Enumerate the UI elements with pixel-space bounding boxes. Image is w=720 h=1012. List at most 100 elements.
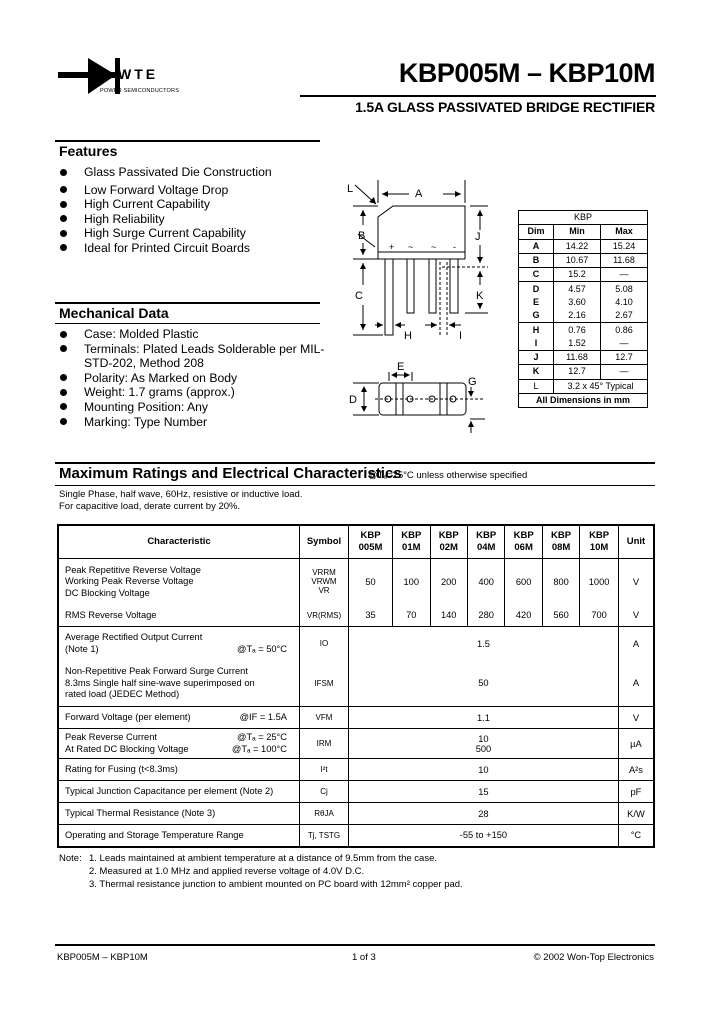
dim-max: 15.24 bbox=[599, 238, 649, 254]
symbol-cell: Tj, TSTG bbox=[299, 824, 349, 847]
characteristic-cell: Typical Thermal Resistance (Note 3) bbox=[57, 802, 300, 825]
value-cell: 70 bbox=[392, 604, 431, 627]
symbol-cell: IO bbox=[299, 626, 349, 661]
pin-mark-minus: - bbox=[453, 242, 456, 252]
col-symbol: Symbol bbox=[299, 525, 349, 559]
bullet-icon bbox=[60, 229, 67, 237]
dim-min: 4.57 bbox=[553, 281, 601, 296]
test-condition: @Tₐ = 25°C bbox=[237, 732, 287, 742]
bullet-icon bbox=[60, 418, 67, 426]
col-part: KBP 10M bbox=[579, 525, 619, 559]
unit-cell: V bbox=[617, 604, 655, 627]
feature-item: High Reliability bbox=[57, 212, 272, 227]
footnote: 3. Thermal resistance junction to ambien… bbox=[89, 879, 463, 890]
characteristic-cell: Non-Repetitive Peak Forward Surge Curren… bbox=[57, 660, 300, 707]
dim-min: 10.67 bbox=[553, 252, 601, 269]
bullet-icon bbox=[60, 345, 67, 353]
bullet-icon bbox=[60, 200, 67, 208]
characteristic-cell: Operating and Storage Temperature Range bbox=[57, 824, 300, 847]
rating-row: RMS Reverse Voltage VR(RMS) 35 70 140 280 420 5… bbox=[57, 604, 655, 627]
symbol-cell: VRRM VRWM VR bbox=[299, 558, 349, 605]
dim-min: 14.22 bbox=[553, 238, 601, 254]
mechanical-underline bbox=[55, 323, 320, 324]
value-cell: 400 bbox=[466, 558, 506, 605]
bullet-icon bbox=[60, 374, 67, 382]
dim-label-D: D bbox=[349, 394, 357, 406]
dim-row: E 3.60 4.10 bbox=[518, 295, 649, 310]
unit-cell: V bbox=[617, 706, 655, 729]
test-condition: @Tₐ = 50°C bbox=[237, 643, 287, 654]
value-cell: 600 bbox=[504, 558, 543, 605]
dim-row: H 0.76 0.86 bbox=[518, 322, 649, 337]
feature-item: Glass Passivated Die Construction bbox=[57, 165, 272, 180]
dim-label-L: L bbox=[347, 183, 353, 195]
bullet-icon bbox=[60, 388, 67, 396]
dim-letter: L bbox=[518, 378, 554, 394]
footnote-label: Note: bbox=[59, 853, 82, 864]
dim-label-G: G bbox=[468, 376, 477, 388]
col-part: KBP 01M bbox=[392, 525, 431, 559]
lead-1 bbox=[384, 258, 394, 336]
dim-row: I 1.52— bbox=[518, 336, 649, 351]
value-cell: 100 bbox=[392, 558, 431, 605]
mechanical-item: Marking: Type Number bbox=[57, 415, 327, 430]
dim-letter: D bbox=[518, 281, 554, 296]
pin-mark-ac1: ~ bbox=[408, 242, 413, 252]
value-cell: 35 bbox=[347, 604, 394, 627]
value-cell: 50 bbox=[348, 660, 619, 707]
unit-cell: A²s bbox=[617, 758, 655, 781]
package-outline-diagram: L A B J C K H I + ~ ~ - D E G bbox=[347, 180, 488, 433]
value-cell: 1.5 bbox=[348, 626, 619, 661]
footnotes: Note: 1. Leads maintained at ambient temp… bbox=[59, 852, 463, 891]
dim-header: Dim bbox=[518, 224, 554, 240]
ratings-table: Characteristic Symbol KBP 005M KBP 01M KBP 02… bbox=[57, 524, 655, 848]
footer-left: KBP005M – KBP10M bbox=[57, 952, 148, 963]
dim-min: 0.76 bbox=[553, 322, 601, 337]
col-part: KBP 08M bbox=[541, 525, 581, 559]
feature-item: Ideal for Printed Circuit Boards bbox=[57, 241, 272, 256]
characteristic-cell: RMS Reverse Voltage bbox=[57, 604, 300, 627]
features-rule bbox=[55, 140, 320, 142]
feature-item: High Surge Current Capability bbox=[57, 226, 272, 241]
dim-letter: J bbox=[518, 349, 554, 366]
dim-header: Max bbox=[599, 224, 649, 240]
mechanical-item: Weight: 1.7 grams (approx.) bbox=[57, 385, 327, 400]
mechanical-list: Case: Molded Plastic Terminals: Plated L… bbox=[57, 327, 327, 429]
bullet-icon bbox=[60, 403, 67, 411]
dim-row: A 14.22 15.24 bbox=[518, 238, 649, 254]
value-cell: 700 bbox=[579, 604, 619, 627]
col-part: KBP 005M bbox=[347, 525, 394, 559]
logo-text: WTE bbox=[118, 66, 159, 82]
dim-row: L 3.2 x 45° Typical bbox=[518, 378, 648, 394]
title-divider bbox=[300, 95, 656, 97]
page-title: KBP005M – KBP10M bbox=[398, 58, 656, 88]
dim-row: G 2.16 2.67 bbox=[518, 309, 649, 324]
characteristic-cell: Average Rectified Output Current @Tₐ = 50… bbox=[57, 626, 300, 661]
value-cell: 1.1 bbox=[348, 706, 619, 729]
symbol-cell: VR(RMS) bbox=[299, 604, 349, 627]
value-cell: 28 bbox=[348, 802, 619, 825]
dim-min: 1.52 bbox=[553, 336, 601, 351]
dim-max: — bbox=[599, 336, 649, 351]
value-cell: 560 bbox=[541, 604, 581, 627]
unit-cell: A bbox=[617, 660, 655, 707]
dim-label-J: J bbox=[475, 231, 481, 243]
mechanical-item: Terminals: Plated Leads Solderable per M… bbox=[57, 342, 327, 371]
symbol-cell: I²t bbox=[299, 758, 349, 781]
bullet-icon bbox=[60, 244, 67, 252]
col-unit: Unit bbox=[617, 525, 655, 559]
symbol-cell: RθJA bbox=[299, 802, 349, 825]
dim-letter: A bbox=[518, 238, 554, 254]
dim-max: 2.67 bbox=[599, 309, 649, 324]
footer-page: 1 of 3 bbox=[352, 952, 376, 963]
dim-label-I: I bbox=[459, 330, 462, 342]
lead-3 bbox=[428, 258, 437, 314]
value-cell: 10 bbox=[348, 758, 619, 781]
rating-row: Typical Junction Capacitance per element… bbox=[57, 780, 655, 803]
rating-row: @IF = 1.5A Forward Voltage (per element) V… bbox=[57, 706, 655, 729]
value-cell: 50 bbox=[347, 558, 394, 605]
unit-cell: K/W bbox=[617, 802, 655, 825]
dim-max: — bbox=[599, 267, 649, 283]
unit-cell: pF bbox=[617, 780, 655, 803]
dim-min: 2.16 bbox=[553, 309, 601, 324]
